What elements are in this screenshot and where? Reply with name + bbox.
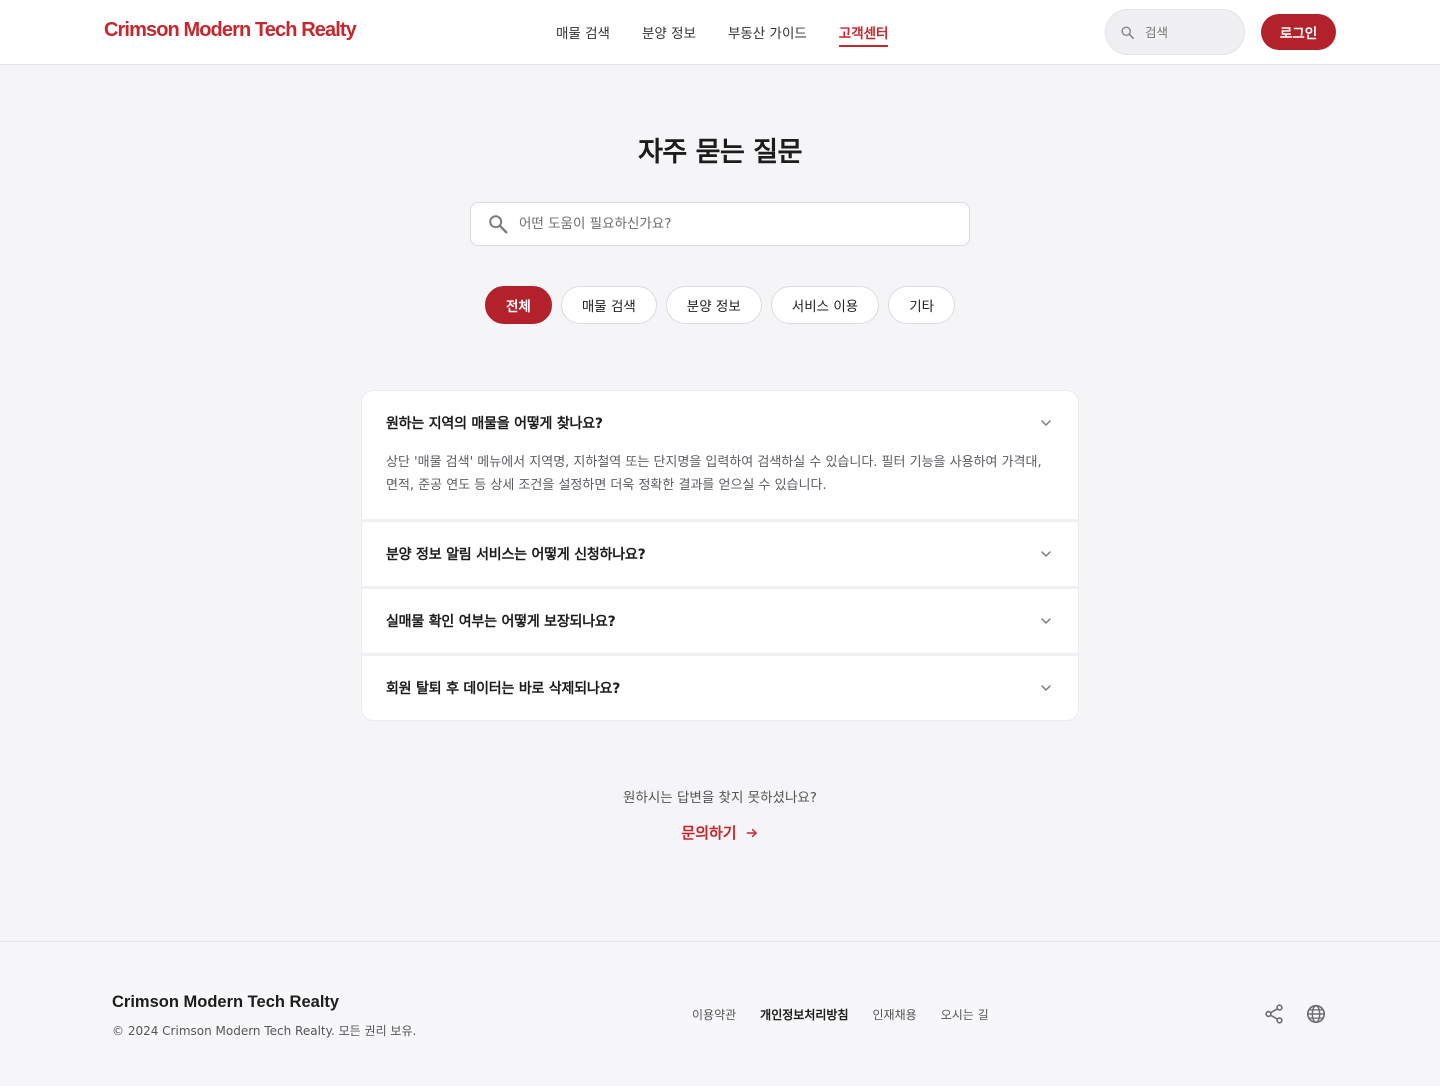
faq-question-row[interactable]: 분양 정보 알림 서비스는 어떻게 신청하나요? — [362, 522, 1078, 586]
faq-answer: 상단 '매물 검색' 메뉴에서 지역명, 지하철역 또는 단지명을 입력하여 검… — [386, 455, 1042, 493]
faq-list: 원하는 지역의 매물을 어떻게 찾나요? 상단 '매물 검색' 메뉴에서 지역명… — [361, 390, 1079, 721]
footer-link-terms[interactable]: 이용약관 — [692, 1006, 736, 1023]
share-icon[interactable] — [1263, 1003, 1285, 1025]
category-chip-etc[interactable]: 기타 — [888, 286, 956, 324]
faq-item[interactable]: 분양 정보 알림 서비스는 어떻게 신청하나요? — [362, 522, 1078, 589]
category-chip-property-search[interactable]: 매물 검색 — [560, 286, 657, 324]
chevron-down-icon[interactable] — [1038, 680, 1054, 696]
faq-question: 회원 탈퇴 후 데이터는 바로 삭제되나요? — [386, 681, 621, 697]
search-icon — [1121, 25, 1134, 39]
site-footer: Crimson Modern Tech Realty © 2024 Crimso… — [0, 941, 1440, 1086]
faq-item[interactable]: 실매물 확인 여부는 어떻게 보장되나요? — [362, 589, 1078, 656]
arrow-right-icon — [746, 828, 757, 837]
footer-copyright: © 2024 Crimson Modern Tech Realty. 모든 권리… — [112, 1024, 417, 1038]
footer-link-directions[interactable]: 오시는 길 — [941, 1006, 989, 1023]
category-chip-all[interactable]: 전체 — [484, 286, 552, 324]
footer-link-careers[interactable]: 인재채용 — [873, 1006, 917, 1023]
faq-item[interactable]: 회원 탈퇴 후 데이터는 바로 삭제되나요? — [362, 656, 1078, 720]
faq-search-box[interactable] — [470, 202, 970, 246]
chevron-down-icon[interactable] — [1038, 546, 1054, 562]
footer-link-privacy[interactable]: 개인정보처리방침 — [760, 1006, 848, 1023]
nav-item-customer-center[interactable]: 고객센터 — [838, 22, 889, 47]
chevron-down-icon[interactable] — [1038, 415, 1054, 431]
faq-item[interactable]: 원하는 지역의 매물을 어떻게 찾나요? 상단 '매물 검색' 메뉴에서 지역명… — [362, 391, 1078, 522]
site-header: Crimson Modern Tech Realty 매물 검색 분양 정보 부… — [0, 0, 1440, 65]
faq-question-row[interactable]: 원하는 지역의 매물을 어떻게 찾나요? — [362, 391, 1078, 455]
contact-link[interactable]: 문의하기 — [0, 822, 1440, 843]
footer-icons — [1263, 1003, 1327, 1025]
nav-item-realestate-guide[interactable]: 부동산 가이드 — [728, 22, 807, 47]
faq-question: 실매물 확인 여부는 어떻게 보장되나요? — [386, 614, 616, 630]
globe-icon[interactable] — [1305, 1003, 1327, 1025]
faq-question-row[interactable]: 회원 탈퇴 후 데이터는 바로 삭제되나요? — [362, 656, 1078, 720]
main-nav: 매물 검색 분양 정보 부동산 가이드 고객센터 — [556, 22, 920, 47]
header-search-input[interactable] — [1145, 24, 1225, 40]
help-prompt: 원하시는 답변을 찾지 못하셨나요? — [623, 790, 817, 806]
search-icon — [489, 215, 508, 234]
category-chip-presale-info[interactable]: 분양 정보 — [665, 286, 762, 324]
contact-link-label: 문의하기 — [681, 824, 737, 842]
category-chip-service-usage[interactable]: 서비스 이용 — [770, 286, 880, 324]
faq-question: 원하는 지역의 매물을 어떻게 찾나요? — [386, 416, 603, 432]
chevron-down-icon[interactable] — [1038, 613, 1054, 629]
faq-search-input[interactable] — [519, 216, 939, 232]
brand-logo[interactable]: Crimson Modern Tech Realty — [104, 19, 357, 42]
nav-item-presale-info[interactable]: 분양 정보 — [642, 22, 696, 47]
page-title: 자주 묻는 질문 — [638, 137, 802, 168]
header-search[interactable] — [1105, 9, 1245, 55]
faq-question-row[interactable]: 실매물 확인 여부는 어떻게 보장되나요? — [362, 589, 1078, 653]
footer-links: 이용약관 개인정보처리방침 인재채용 오시는 길 — [692, 1006, 989, 1023]
login-button[interactable]: 로그인 — [1261, 14, 1336, 50]
footer-brand: Crimson Modern Tech Realty — [112, 993, 340, 1011]
nav-item-property-search[interactable]: 매물 검색 — [556, 22, 610, 47]
category-filter: 전체 매물 검색 분양 정보 서비스 이용 기타 — [0, 286, 1440, 324]
faq-question: 분양 정보 알림 서비스는 어떻게 신청하나요? — [386, 547, 646, 563]
